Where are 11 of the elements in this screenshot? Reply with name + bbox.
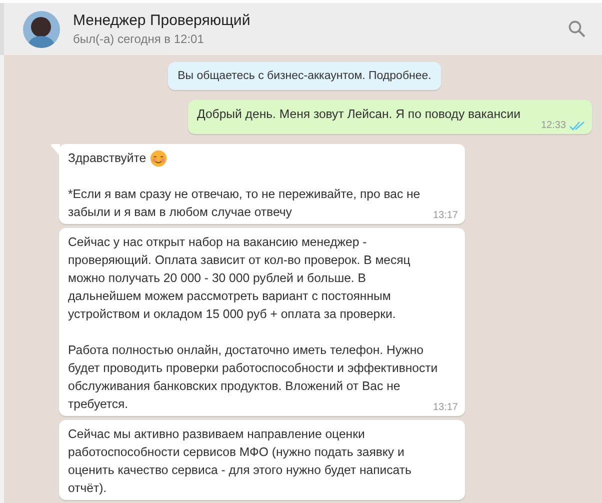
message-text: *Если я вам сразу не отвечаю, то не переживайте, про вас не забыли и я вам в любом случае отвечу bbox=[68, 186, 420, 221]
contact-name: Менеджер Проверяющий bbox=[73, 12, 252, 29]
message-time: 13:17 bbox=[432, 210, 458, 221]
message-time: 12:33 bbox=[540, 120, 566, 131]
message-time: 13:17 bbox=[432, 402, 458, 413]
last-seen-status: был(-а) сегодня в 12:01 bbox=[73, 32, 205, 46]
message-text: Сейчас у нас открыт набор на вакансию менеджер - проверяющий. Оплата зависит от кол-во проверок. В месяц можно получать 20 000 - 30 000 рублей и больше. В дальнейшем можем рассмотреть вариант с постоянным устройством и окладом 15 000 руб + оплата за проверки. bbox=[68, 234, 410, 323]
business-account-notice: Вы общаетесь с бизнес-аккаунтом. Подробнее. bbox=[168, 62, 442, 90]
message-text: Сейчас мы активно развиваем направление оценки работоспособности сервисов МФО (нужно подать заявку и оценить качество сервиса - для этого нужно будет написать отчёт). bbox=[68, 426, 412, 497]
message-text: Здравствуйте bbox=[68, 150, 146, 167]
message-text: Добрый день. Меня зовут Лейсан. Я по поводу вакансии bbox=[197, 106, 520, 123]
